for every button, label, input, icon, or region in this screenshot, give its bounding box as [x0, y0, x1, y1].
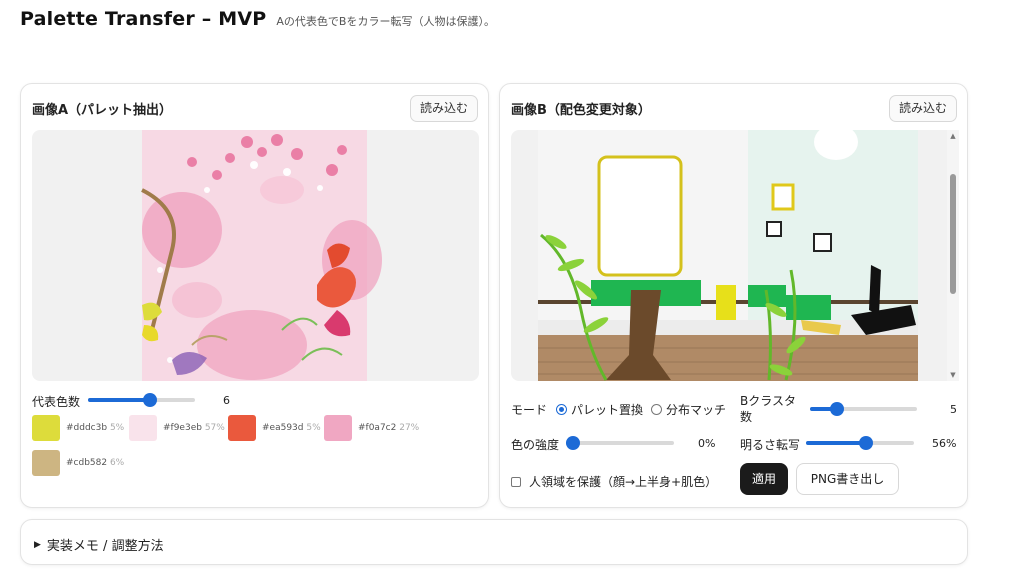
notes-summary-label: 実装メモ / 調整方法 — [46, 539, 164, 554]
brightness-slider[interactable] — [806, 436, 914, 450]
radio-distribution[interactable] — [651, 404, 662, 415]
mode-label: モード — [511, 403, 548, 417]
strength-slider[interactable] — [566, 436, 674, 450]
palette-pct: 27% — [396, 423, 420, 433]
image-a-preview — [141, 130, 382, 381]
radio-palette[interactable] — [556, 404, 567, 415]
image-b-scrollbar[interactable]: ▲ ▼ — [947, 130, 959, 381]
notes-summary[interactable]: ▶ 実装メモ / 調整方法 — [34, 535, 164, 554]
palette-swatch[interactable] — [129, 415, 157, 441]
brightness-label: 明るさ転写 — [740, 438, 801, 452]
mode-option-palette[interactable]: パレット置換 — [556, 401, 643, 418]
scroll-up-arrow-icon[interactable]: ▲ — [949, 132, 957, 140]
panel-b-title: 画像B（配色変更対象） — [511, 103, 651, 118]
app-title: Palette Transfer – MVP — [20, 8, 267, 30]
palette-hex: #f9e3eb — [163, 423, 202, 433]
brightness-value: 56% — [932, 437, 957, 450]
palette-pct: 5% — [303, 423, 321, 433]
colors-count-label: 代表色数 — [32, 395, 81, 409]
palette-hex: #cdb582 — [66, 458, 108, 468]
apply-button[interactable]: 適用 — [740, 463, 788, 495]
clusters-slider[interactable] — [810, 402, 917, 416]
palette-swatch[interactable] — [32, 415, 60, 441]
mode-option-palette-label: パレット置換 — [571, 403, 644, 417]
protect-person-checkbox[interactable] — [511, 476, 521, 487]
scrollbar-thumb[interactable] — [950, 174, 956, 294]
clusters-value: 5 — [950, 403, 957, 416]
panel-image-a: 画像A（パレット抽出） 読み込む 代表色数 6 #dddc3b 5% #f9e3… — [20, 83, 489, 508]
palette-pct: 5% — [107, 423, 125, 433]
palette-swatch[interactable] — [228, 415, 256, 441]
clusters-label: Bクラスタ数 — [740, 394, 796, 424]
mode-option-distribution-label: 分布マッチ — [666, 403, 727, 417]
strength-label: 色の強度 — [511, 438, 560, 452]
palette-hex: #f0a7c2 — [358, 423, 397, 433]
panel-a-title: 画像A（パレット抽出） — [32, 103, 173, 118]
image-b-preview — [538, 130, 918, 381]
palette-pct: 57% — [201, 423, 225, 433]
palette-swatch-label: #cdb582 6% — [66, 458, 124, 468]
palette-swatch[interactable] — [324, 415, 352, 441]
mode-option-distribution[interactable]: 分布マッチ — [651, 401, 726, 418]
export-png-button[interactable]: PNG書き出し — [796, 463, 899, 495]
load-image-b-button[interactable]: 読み込む — [888, 95, 957, 122]
colors-count-slider[interactable] — [88, 393, 195, 407]
protect-person-option[interactable]: 人領域を保護（顔→上半身+肌色） — [511, 473, 717, 490]
image-b-viewer — [511, 130, 947, 381]
notes-details[interactable]: ▶ 実装メモ / 調整方法 — [20, 519, 968, 565]
palette-hex: #ea593d — [262, 423, 304, 433]
disclosure-triangle-icon: ▶ — [34, 539, 41, 550]
palette-swatch-label: #f0a7c2 27% — [358, 423, 419, 433]
protect-person-label: 人領域を保護（顔→上半身+肌色） — [529, 475, 718, 489]
panel-image-b: 画像B（配色変更対象） 読み込む ▲ ▼ モード パレット置換 分布マッチ Bク… — [499, 83, 968, 508]
strength-value: 0% — [698, 437, 716, 450]
app-header: Palette Transfer – MVP Aの代表色でBをカラー転写（人物は… — [20, 8, 495, 30]
image-a-viewer — [32, 130, 479, 381]
palette-swatch[interactable] — [32, 450, 60, 476]
palette-hex: #dddc3b — [66, 423, 108, 433]
colors-count-value: 6 — [223, 394, 230, 407]
palette-swatch-label: #f9e3eb 57% — [163, 423, 225, 433]
load-image-a-button[interactable]: 読み込む — [409, 95, 478, 122]
palette-pct: 6% — [107, 458, 125, 468]
palette-swatch-label: #dddc3b 5% — [66, 423, 124, 433]
scroll-down-arrow-icon[interactable]: ▼ — [949, 371, 957, 379]
app-subtitle: Aの代表色でBをカラー転写（人物は保護）。 — [276, 15, 495, 28]
palette-swatch-label: #ea593d 5% — [262, 423, 321, 433]
